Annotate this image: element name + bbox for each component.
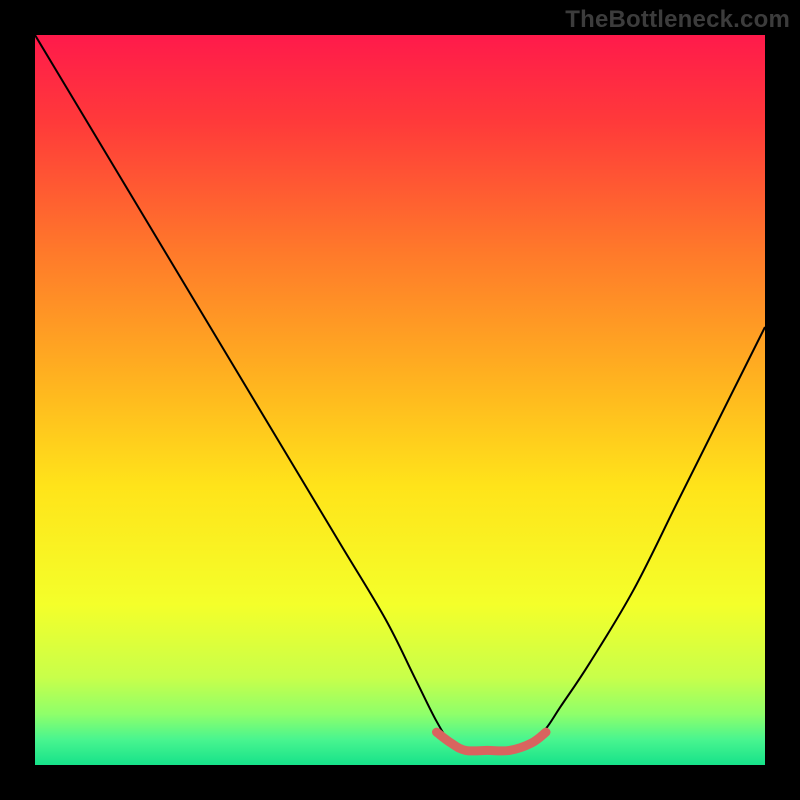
chart-frame: TheBottleneck.com [0, 0, 800, 800]
watermark-text: TheBottleneck.com [565, 6, 790, 34]
gradient-background [35, 35, 765, 765]
chart-svg [35, 35, 765, 765]
plot-area [35, 35, 765, 765]
